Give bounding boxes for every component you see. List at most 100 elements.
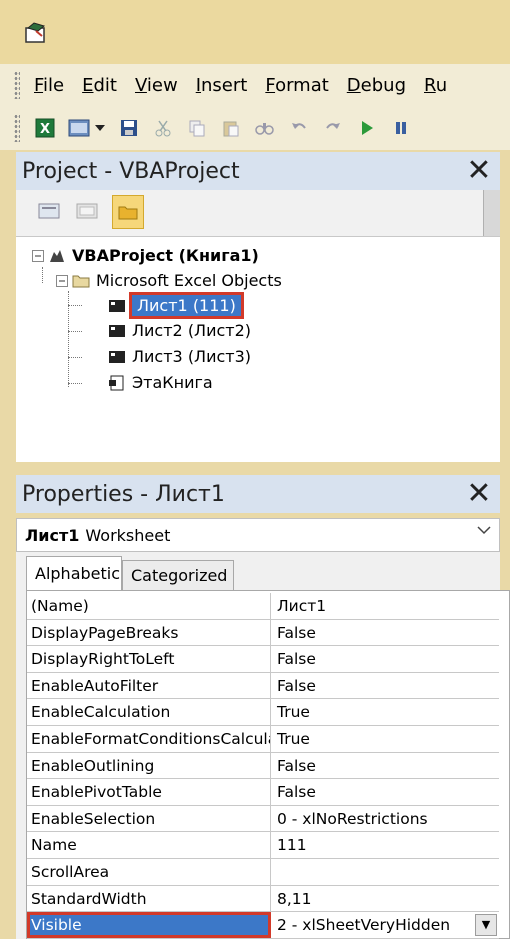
dropdown-icon[interactable] [94, 117, 106, 139]
toggle-folders-button[interactable] [112, 195, 144, 229]
property-name: DisplayRightToLeft [27, 646, 271, 672]
collapse-icon[interactable] [32, 249, 44, 262]
vba-editor-icon[interactable] [24, 22, 48, 44]
property-value[interactable]: 111 [271, 832, 499, 858]
redo-icon[interactable] [322, 117, 344, 139]
property-name: EnableFormatConditionsCalculation [27, 726, 271, 752]
menu-edit[interactable]: Edit [82, 75, 117, 96]
object-selector[interactable]: Лист1 Worksheet [16, 518, 500, 552]
property-row[interactable]: EnableCalculation True [27, 699, 499, 726]
property-name: EnableOutlining [27, 752, 271, 779]
tree-item-label: Лист1 (111) [129, 292, 244, 319]
chevron-down-icon[interactable] [477, 525, 491, 535]
property-row[interactable]: DisplayRightToLeft False [27, 646, 499, 673]
menu-insert[interactable]: Insert [196, 75, 248, 96]
folder-icon [118, 206, 138, 220]
worksheet-icon [109, 350, 125, 363]
properties-panel-title: Properties - Лист1 ✕ [16, 475, 500, 513]
property-row[interactable]: EnablePivotTable False [27, 779, 499, 806]
property-value[interactable]: 0 - xlNoRestrictions [271, 806, 499, 832]
collapse-icon[interactable] [56, 274, 68, 287]
property-name: EnableSelection [27, 805, 271, 832]
run-icon[interactable] [356, 117, 378, 139]
menu-view[interactable]: View [135, 75, 178, 96]
close-icon[interactable]: ✕ [464, 479, 494, 509]
standard-toolbar: X [0, 106, 510, 150]
property-value[interactable]: False [271, 620, 499, 646]
property-name: StandardWidth [27, 885, 271, 912]
property-row[interactable]: StandardWidth 8,11 [27, 885, 499, 913]
copy-icon[interactable] [186, 117, 208, 139]
properties-title-text: Properties - Лист1 [22, 481, 225, 507]
property-row[interactable]: DisplayPageBreaks False [27, 619, 499, 647]
undo-icon[interactable] [288, 117, 310, 139]
property-name: Visible [27, 912, 271, 938]
object-name: Лист1 [25, 525, 80, 545]
folder-icon [72, 275, 90, 287]
menu-run[interactable]: Ru [424, 75, 447, 96]
property-value[interactable]: False [271, 753, 499, 779]
tab-categorized[interactable]: Categorized [122, 560, 234, 590]
break-icon[interactable] [390, 117, 412, 139]
excel-icon[interactable]: X [34, 117, 56, 139]
menu-file[interactable]: File [34, 75, 64, 96]
vbaproject-icon [50, 249, 64, 262]
property-name: EnableCalculation [27, 699, 271, 725]
project-panel-title: Project - VBAProject ✕ [16, 152, 500, 190]
project-toolbar [16, 190, 500, 237]
insert-userform-icon[interactable] [68, 117, 90, 139]
paste-icon[interactable] [220, 117, 242, 139]
dropdown-arrow-icon[interactable]: ▼ [475, 914, 497, 937]
tree-item-sheet1[interactable]: Лист1 (111) [108, 292, 244, 319]
property-value[interactable]: True [271, 699, 499, 725]
tree-item-sheet2[interactable]: Лист2 (Лист2) [108, 321, 251, 340]
property-value[interactable]: False [271, 646, 499, 672]
tree-folder-label: Microsoft Excel Objects [96, 271, 282, 290]
property-value[interactable]: False [271, 673, 499, 699]
worksheet-icon [109, 299, 125, 312]
property-value[interactable]: False [271, 779, 499, 805]
toolbar-grip[interactable] [14, 114, 20, 142]
property-row[interactable]: EnableAutoFilter False [27, 672, 499, 700]
property-row[interactable]: ScrollArea [27, 859, 499, 886]
property-name: Name [27, 832, 271, 858]
property-value[interactable]: 2 - xlSheetVeryHidden [271, 912, 499, 938]
project-toolbar-scrollbar[interactable] [483, 190, 500, 236]
property-value[interactable]: Лист1 [271, 593, 499, 619]
property-row[interactable]: Visible 2 - xlSheetVeryHidden ▼ [27, 912, 499, 939]
project-title-text: Project - VBAProject [22, 158, 240, 184]
tree-item-sheet3[interactable]: Лист3 (Лист3) [108, 347, 251, 366]
property-row[interactable]: EnableSelection 0 - xlNoRestrictions [27, 805, 499, 833]
property-row[interactable]: (Name) Лист1 [27, 593, 499, 620]
menu-bar: File Edit View Insert Format Debug Ru [0, 64, 510, 106]
tree-item-label: Лист2 (Лист2) [132, 321, 252, 340]
find-icon[interactable] [254, 117, 276, 139]
save-icon[interactable] [118, 117, 140, 139]
view-object-icon[interactable] [76, 202, 98, 220]
property-name: EnablePivotTable [27, 779, 271, 805]
property-name: EnableAutoFilter [27, 672, 271, 699]
property-row[interactable]: EnableFormatConditionsCalculationTrue [27, 726, 499, 753]
view-code-icon[interactable] [38, 202, 60, 220]
project-tree: VBAProject (Книга1) Microsoft Excel Obje… [16, 237, 500, 462]
tree-root-label: VBAProject (Книга1) [72, 246, 259, 265]
tree-item-workbook[interactable]: ЭтаКнига [108, 373, 213, 392]
property-row[interactable]: EnableOutlining False [27, 752, 499, 780]
property-row[interactable]: Name 111 [27, 832, 499, 859]
close-icon[interactable]: ✕ [464, 156, 494, 186]
tab-alphabetic[interactable]: Alphabetic [26, 556, 122, 590]
tree-folder[interactable]: Microsoft Excel Objects [56, 271, 282, 290]
workbook-icon [109, 375, 124, 390]
property-name: ScrollArea [27, 859, 271, 885]
properties-tabs: Alphabetic Categorized (Name) Лист1 Displa… [16, 552, 510, 939]
tree-item-label: Лист3 (Лист3) [132, 347, 252, 366]
menu-format[interactable]: Format [265, 75, 328, 96]
property-value[interactable] [271, 859, 499, 885]
property-value[interactable]: True [271, 726, 499, 752]
tree-root[interactable]: VBAProject (Книга1) [32, 246, 259, 265]
menu-debug[interactable]: Debug [347, 75, 406, 96]
toolbar-grip[interactable] [14, 71, 20, 99]
object-type: Worksheet [85, 525, 171, 545]
cut-icon[interactable] [152, 117, 174, 139]
property-value[interactable]: 8,11 [271, 886, 499, 912]
